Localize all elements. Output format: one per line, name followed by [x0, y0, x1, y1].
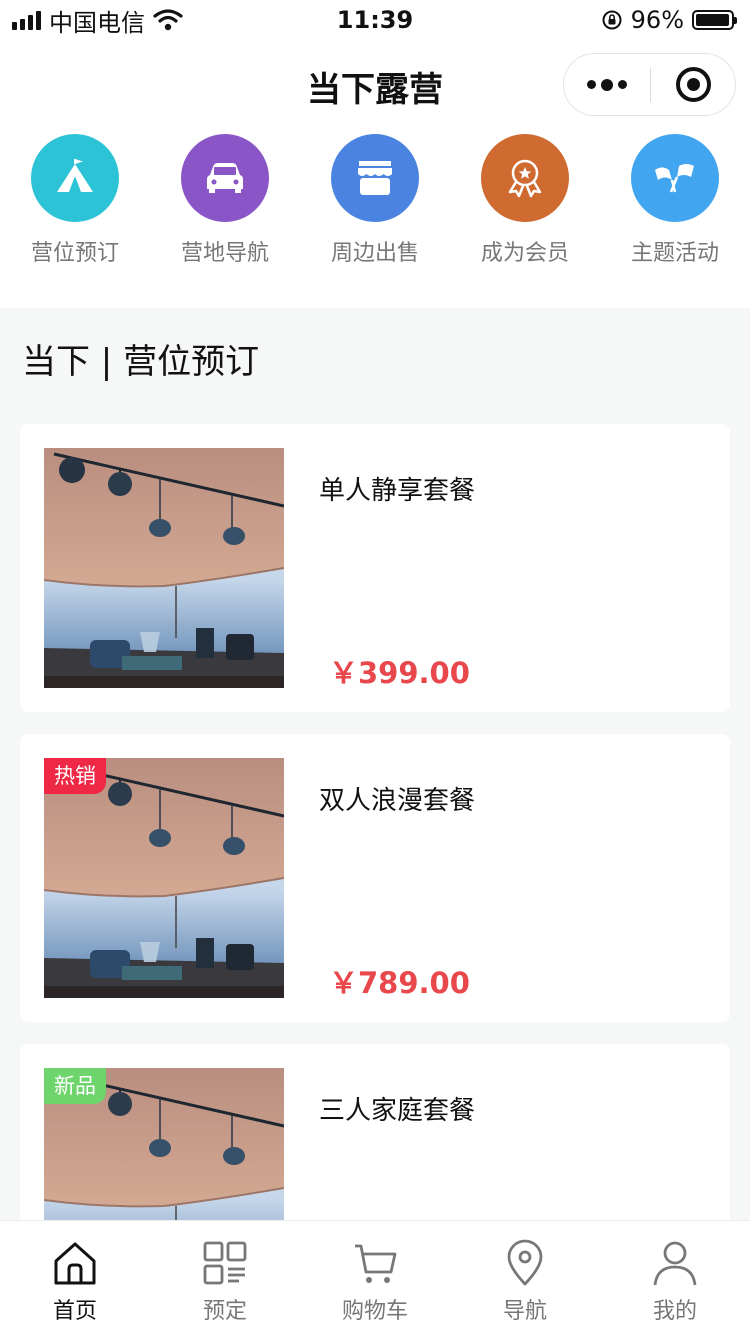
location-pin-icon	[507, 1239, 543, 1286]
tab-label: 导航	[502, 1299, 547, 1324]
quick-menu: 营位预订 营地导航 周边出售 成为会员 主题活动	[0, 128, 750, 308]
quick-menu-circle	[331, 134, 419, 222]
product-name: 三人家庭套餐	[319, 1096, 476, 1126]
quick-menu-label: 营位预订	[30, 241, 119, 266]
mini-program-capsule	[563, 53, 736, 116]
quick-menu-circle	[481, 134, 569, 222]
status-right: 96%	[601, 6, 737, 34]
quick-menu-item-membership[interactable]: 成为会员	[450, 134, 600, 267]
tab-booking[interactable]: 预定	[150, 1239, 300, 1325]
tab-navigation[interactable]: 导航	[450, 1239, 600, 1325]
battery-icon	[692, 10, 737, 30]
new-badge: 新品	[44, 1068, 106, 1104]
user-icon	[653, 1241, 697, 1286]
quick-menu-circle	[181, 134, 269, 222]
product-card[interactable]: 热销 双人浪漫套餐 ￥789.00	[20, 734, 730, 1022]
rotation-lock-icon	[602, 10, 622, 30]
quick-menu-label: 成为会员	[480, 241, 569, 266]
medal-icon	[508, 159, 542, 198]
close-target-icon[interactable]	[676, 67, 711, 102]
nav-bar: 当下露营	[0, 40, 750, 128]
grid-list-icon	[203, 1241, 247, 1285]
product-price: ￥789.00	[329, 966, 470, 1000]
tab-cart[interactable]: 购物车	[300, 1239, 450, 1325]
quick-menu-item-navigation[interactable]: 营地导航	[150, 134, 300, 267]
tab-home[interactable]: 首页	[0, 1239, 150, 1325]
flags-icon	[655, 164, 694, 193]
product-name: 双人浪漫套餐	[319, 786, 476, 816]
tab-profile[interactable]: 我的	[600, 1239, 750, 1325]
cart-icon	[355, 1244, 397, 1283]
quick-menu-item-booking[interactable]: 营位预订	[0, 134, 150, 267]
tab-label: 预定	[202, 1299, 247, 1324]
more-icon[interactable]	[564, 54, 650, 115]
tab-label: 我的	[652, 1299, 697, 1324]
quick-menu-label: 周边出售	[330, 241, 419, 266]
quick-menu-item-shop[interactable]: 周边出售	[300, 134, 450, 267]
quick-menu-label: 营地导航	[180, 241, 269, 266]
shop-icon	[358, 161, 392, 195]
product-photo	[44, 448, 284, 688]
battery-percent: 96%	[630, 6, 684, 34]
quick-menu-item-activities[interactable]: 主题活动	[600, 134, 750, 267]
product-card[interactable]: 单人静享套餐 ￥399.00	[20, 424, 730, 712]
quick-menu-label: 主题活动	[630, 241, 719, 266]
quick-menu-circle	[31, 134, 119, 222]
section-title: 当下 | 营位预订	[22, 342, 260, 382]
car-icon	[207, 163, 243, 193]
tent-icon	[57, 159, 93, 192]
tab-bar: 首页 预定 购物车 导航 我的	[0, 1220, 750, 1334]
tab-label: 购物车	[341, 1299, 408, 1324]
product-name: 单人静享套餐	[319, 476, 476, 506]
status-bar: 中国电信 11:39 96%	[0, 0, 750, 40]
home-icon	[54, 1242, 96, 1285]
tab-label: 首页	[52, 1299, 97, 1324]
product-price: ￥399.00	[329, 656, 470, 690]
quick-menu-circle	[631, 134, 719, 222]
product-photo: 热销	[44, 758, 284, 998]
hot-badge: 热销	[44, 758, 106, 794]
capsule-divider	[650, 68, 651, 102]
